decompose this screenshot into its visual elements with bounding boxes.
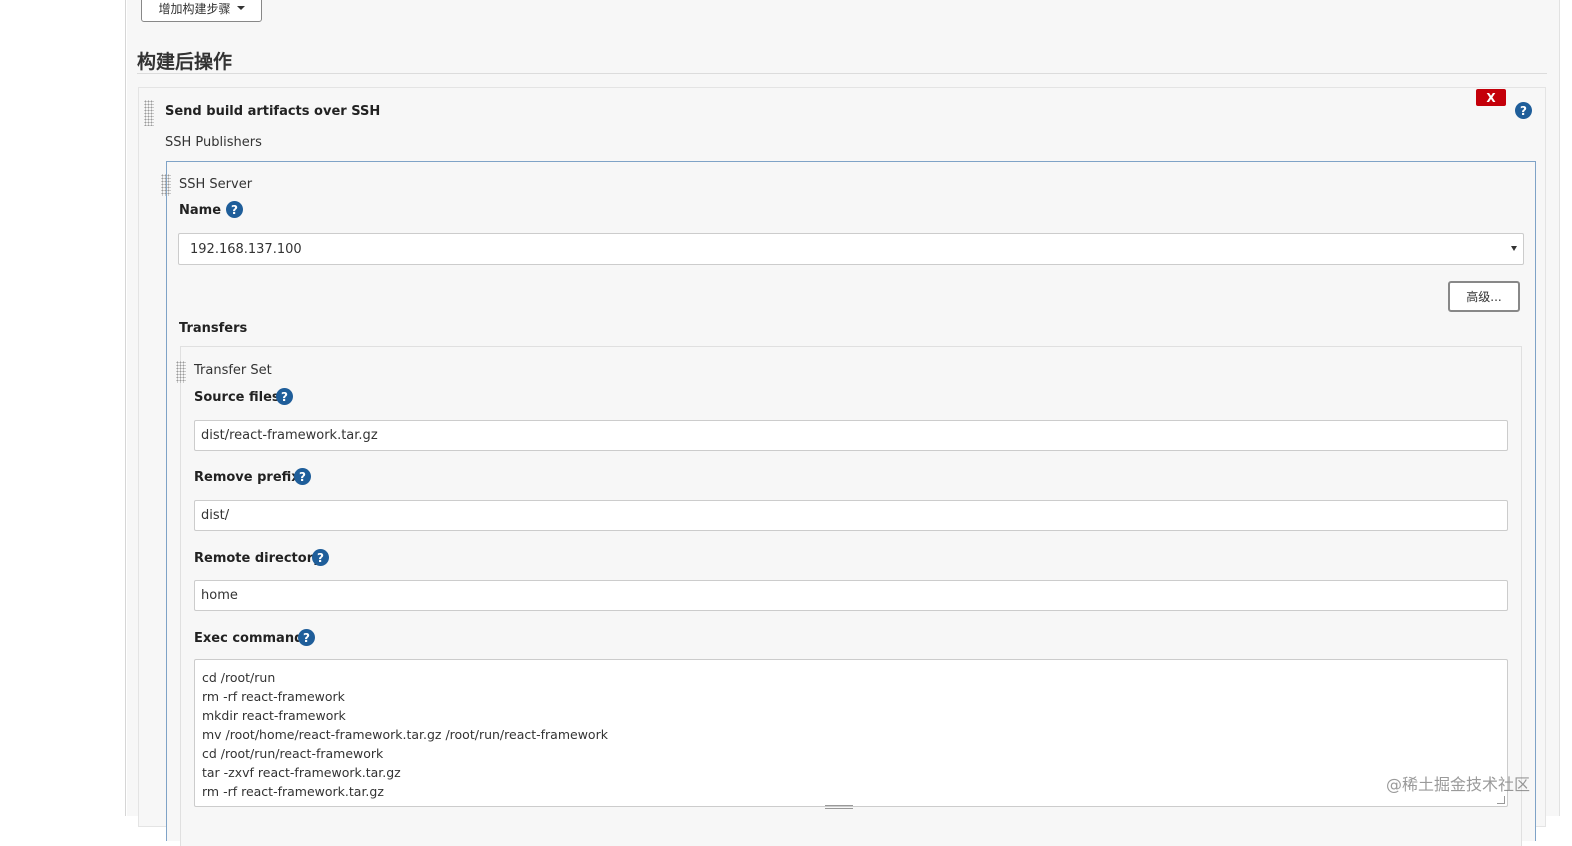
exec-command-line: cd /root/run <box>202 670 276 685</box>
caret-down-icon <box>236 6 245 10</box>
help-icon[interactable]: ? <box>226 201 243 218</box>
help-icon[interactable]: ? <box>276 388 293 405</box>
ssh-server-block: SSH Server Name ? 192.168.137.100 高级... … <box>161 161 1536 846</box>
exec-command-line: tar -zxvf react-framework.tar.gz <box>202 765 401 780</box>
help-icon[interactable]: ? <box>312 549 329 566</box>
source-files-input[interactable]: dist/react-framework.tar.gz <box>194 420 1508 451</box>
section-title: 构建后操作 <box>137 51 233 73</box>
ssh-publisher-step: Send build artifacts over SSH X ? SSH Pu… <box>138 87 1546 846</box>
remote-directory-label: Remote directory <box>194 551 322 566</box>
section-divider <box>137 73 1547 74</box>
config-main: 增加构建步骤 构建后操作 Send build artifacts over S… <box>127 0 1559 846</box>
remote-directory-input[interactable]: home <box>194 580 1508 611</box>
source-files-label: Source files <box>194 390 280 405</box>
watermark: @稀土掘金技术社区 <box>1386 775 1531 794</box>
exec-command-line: rm -rf react-framework <box>202 689 345 704</box>
exec-command-line: mv /root/home/react-framework.tar.gz /ro… <box>202 727 608 742</box>
ssh-server-name-value: 192.168.137.100 <box>190 241 302 257</box>
transfer-set-block: Transfer Set Source files ? dist/react-f… <box>176 346 1522 846</box>
exec-command-textarea[interactable]: cd /root/run rm -rf react-framework mkdi… <box>194 659 1508 807</box>
resize-grip-icon[interactable] <box>1497 796 1505 804</box>
exec-command-label: Exec command <box>194 631 304 646</box>
transfer-set-heading: Transfer Set <box>194 363 272 378</box>
help-icon[interactable]: ? <box>1515 102 1532 119</box>
drag-handle-icon[interactable] <box>176 361 186 383</box>
add-build-step-button[interactable]: 增加构建步骤 <box>141 0 262 22</box>
delete-step-button[interactable]: X <box>1476 89 1506 106</box>
ssh-server-heading: SSH Server <box>179 177 253 192</box>
name-label: Name <box>179 203 222 218</box>
dropdown-arrow-icon <box>1511 246 1517 251</box>
drag-handle-icon[interactable] <box>161 174 171 196</box>
ssh-publishers-label: SSH Publishers <box>165 135 262 150</box>
exec-command-line: mkdir react-framework <box>202 708 346 723</box>
right-edge <box>1559 0 1572 816</box>
help-icon[interactable]: ? <box>294 468 311 485</box>
drag-handle-icon[interactable] <box>144 100 154 126</box>
help-icon[interactable]: ? <box>298 629 315 646</box>
step-title: Send build artifacts over SSH <box>165 104 381 119</box>
exec-command-line: rm -rf react-framework.tar.gz <box>202 784 384 799</box>
advanced-button[interactable]: 高级... <box>1448 281 1520 312</box>
remove-prefix-input[interactable]: dist/ <box>194 500 1508 531</box>
left-gutter <box>0 0 126 816</box>
add-build-step-label: 增加构建步骤 <box>158 1 231 16</box>
textarea-splitter-handle[interactable] <box>825 805 853 809</box>
ssh-server-name-select[interactable]: 192.168.137.100 <box>178 233 1524 265</box>
exec-command-line: cd /root/run/react-framework <box>202 746 384 761</box>
transfers-label: Transfers <box>179 321 248 336</box>
remove-prefix-label: Remove prefix <box>194 470 300 485</box>
